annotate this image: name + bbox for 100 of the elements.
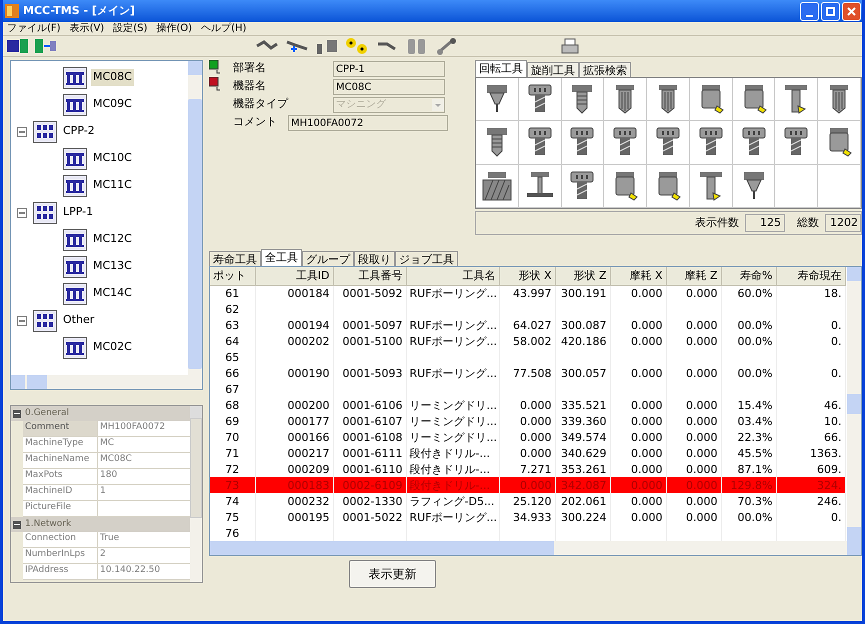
menu-item[interactable]: ヘルプ(H) <box>201 21 246 36</box>
minimize-button[interactable] <box>800 2 819 20</box>
tree-item[interactable]: MC12C <box>91 231 134 248</box>
tree-item[interactable]: MC02C <box>91 339 134 356</box>
scrollbar[interactable] <box>210 541 861 555</box>
table-row[interactable]: 75 000195 0001-5022 RUFボーリング... 34.933 300.224 0.000 0.000 00.0% 0. <box>210 509 845 525</box>
palette-tab[interactable]: 旋削工具 <box>527 62 579 77</box>
table-cell: 0.000 <box>631 510 662 524</box>
tree-item[interactable]: MC09C <box>91 96 134 113</box>
table-cell: 71 <box>225 446 240 460</box>
table-cell: 7.271 <box>520 462 552 476</box>
tool-slot[interactable] <box>518 121 562 165</box>
collapse-toggle[interactable] <box>17 316 27 326</box>
tool-slot[interactable] <box>818 121 861 165</box>
tool-slot[interactable] <box>476 121 519 165</box>
tree-item[interactable]: LPP-1 <box>61 204 96 221</box>
refresh-button[interactable]: 表示更新 <box>349 560 436 588</box>
property-name[interactable]: PictureFile <box>23 501 98 516</box>
collapse-toggle[interactable] <box>17 208 27 218</box>
table-row[interactable]: 64 000202 0001-5100 RUFボーリング... 58.002 420.186 0.000 0.000 00.0% 0. <box>210 333 845 349</box>
tool-slot[interactable] <box>562 121 604 165</box>
tool-slot[interactable] <box>775 121 818 165</box>
count-value: 125 <box>745 214 785 232</box>
property-value: MC08C <box>98 453 190 468</box>
table-row[interactable]: 71 000217 0001-6111 段付きドリル-... 0.000 340.629 0.000 0.000 45.5% 1363. <box>210 445 845 461</box>
list-tab[interactable]: 寿命工具 <box>209 251 261 266</box>
table-row[interactable]: 65 <box>210 349 845 365</box>
table-cell: 69 <box>225 414 240 428</box>
table-cell: 58.002 <box>513 334 552 348</box>
tool-slot[interactable] <box>604 121 648 165</box>
collapse-toggle[interactable] <box>17 126 27 136</box>
property-value: 1 <box>98 485 190 500</box>
palette-tab[interactable]: 拡張検索 <box>579 62 631 77</box>
table-cell: 15.4% <box>738 398 772 412</box>
scrollbar[interactable] <box>188 61 202 375</box>
table-cell: 0.000 <box>631 478 662 492</box>
tool-slot[interactable] <box>647 121 690 165</box>
property-name[interactable]: MaxPots <box>23 469 98 484</box>
list-tab[interactable]: グループ <box>302 251 354 266</box>
remove-icon[interactable] <box>209 77 221 91</box>
table-cell: 0001-6111 <box>342 446 402 460</box>
tree-item[interactable]: MC14C <box>91 285 134 302</box>
add-icon[interactable] <box>209 60 221 74</box>
minus-icon <box>19 128 25 134</box>
table-row[interactable]: 63 000194 0001-5097 RUFボーリング... 64.027 300.087 0.000 0.000 00.0% 0. <box>210 317 845 333</box>
tool-slot[interactable] <box>690 121 733 165</box>
tree-item[interactable]: CPP-2 <box>61 123 97 140</box>
tree-item[interactable]: MC10C <box>91 150 134 167</box>
table-row[interactable]: 69 000177 0001-6107 リーミングドリ... 0.000 339.360 0.000 0.000 03.4% 10. <box>210 413 845 429</box>
table-row[interactable]: 66 000190 0001-5093 RUFボーリング... 77.508 300.057 0.000 0.000 00.0% 0. <box>210 365 845 381</box>
tree-item[interactable]: MC08C <box>91 69 134 86</box>
column-header[interactable]: 工具名 <box>406 267 499 285</box>
property-name[interactable]: IPAddress <box>23 564 98 579</box>
menu-item[interactable]: 表示(V) <box>70 21 104 36</box>
property-name[interactable]: Comment <box>23 421 98 436</box>
table-row[interactable]: 61 000184 0001-5092 RUFボーリング... 43.997 300.191 0.000 0.000 60.0% 18. <box>210 285 845 301</box>
table-row[interactable]: 74 000232 0002-1330 ラフィング-D5... 25.120 202.061 0.000 0.000 70.3% 246. <box>210 493 845 509</box>
table-cell: 0. <box>831 318 842 332</box>
scrollbar[interactable] <box>11 375 202 389</box>
tree-item[interactable]: MC13C <box>91 258 134 275</box>
tool-slot[interactable] <box>732 121 776 165</box>
scrollbar[interactable] <box>190 406 202 582</box>
scrollbar[interactable] <box>847 267 861 541</box>
property-name[interactable]: Connection <box>23 532 98 547</box>
expand-toggle[interactable] <box>13 520 21 528</box>
maximize-icon <box>826 6 835 16</box>
table-cell: 0.000 <box>520 430 552 444</box>
menu-item[interactable]: 操作(O) <box>156 21 192 36</box>
table-row[interactable]: 67 <box>210 381 845 397</box>
property-name[interactable]: MachineType <box>23 437 98 452</box>
expand-toggle[interactable] <box>13 410 21 418</box>
tree-item[interactable]: Other <box>61 312 96 329</box>
column-header[interactable]: 工具番号 <box>333 267 406 285</box>
property-name[interactable]: NumberInLps <box>23 548 98 563</box>
list-tab[interactable]: ジョブ工具 <box>395 251 458 266</box>
field-label: 機器名 <box>233 78 267 94</box>
maximize-button[interactable] <box>821 2 840 20</box>
table-row[interactable]: 62 <box>210 301 845 317</box>
column-header[interactable]: 形状 Z <box>555 267 610 285</box>
list-tab[interactable]: 段取り <box>354 251 395 266</box>
column-header[interactable]: 摩耗 Z <box>666 267 721 285</box>
column-header[interactable]: 寿命% <box>721 267 776 285</box>
table-row[interactable]: 68 000200 0001-6106 リーミングドリ... 0.000 335.521 0.000 0.000 15.4% 46. <box>210 397 845 413</box>
column-header[interactable]: 形状 X <box>499 267 555 285</box>
tree-item[interactable]: MC11C <box>91 177 134 194</box>
table-cell: 340.629 <box>561 446 606 460</box>
table-cell: 349.574 <box>561 430 606 444</box>
property-name[interactable]: MachineName <box>23 453 98 468</box>
close-button[interactable] <box>842 2 861 20</box>
column-header[interactable]: 摩耗 X <box>610 267 666 285</box>
menu-item[interactable]: 設定(S) <box>113 21 148 36</box>
table-cell: 66. <box>824 430 842 444</box>
column-header[interactable]: 工具ID <box>255 267 333 285</box>
column-header[interactable]: 寿命現在 <box>776 267 845 285</box>
palette-tab[interactable]: 回転工具 <box>475 60 527 77</box>
menu-item[interactable]: ファイル(F) <box>7 21 61 36</box>
column-header[interactable]: ポット <box>210 267 255 285</box>
list-tab[interactable]: 全工具 <box>261 249 302 266</box>
table-row[interactable]: 70 000166 0001-6108 リーミングドリ... 0.000 349.574 0.000 0.000 22.3% 66. <box>210 429 845 445</box>
property-name[interactable]: MachineID <box>23 485 98 500</box>
